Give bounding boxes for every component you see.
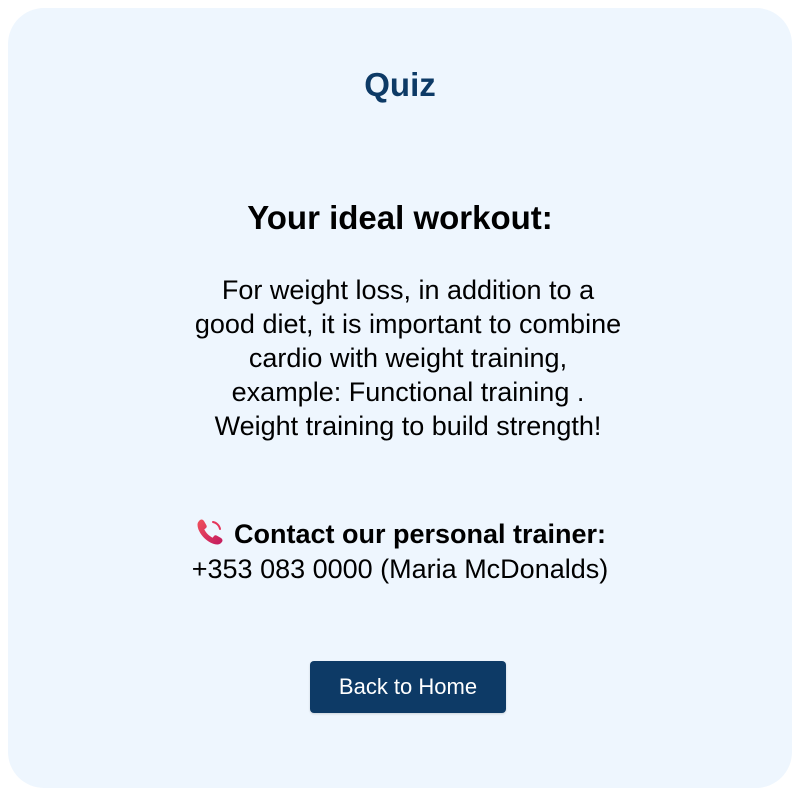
result-heading: Your ideal workout: [247, 199, 553, 236]
contact-label: Contact our personal trainer: [233, 519, 607, 549]
phone-icon [194, 516, 226, 548]
quiz-card: Quiz Your ideal workout: For weight loss… [8, 8, 792, 788]
page-title: Quiz [364, 66, 436, 103]
back-to-home-button[interactable]: Back to Home [310, 661, 506, 713]
result-description: For weight loss, in addition to a good d… [194, 275, 622, 441]
contact-phone: +353 083 0000 (Maria McDonalds) [191, 554, 609, 584]
contact-section: Contact our personal trainer: +353 083 0… [8, 516, 792, 587]
